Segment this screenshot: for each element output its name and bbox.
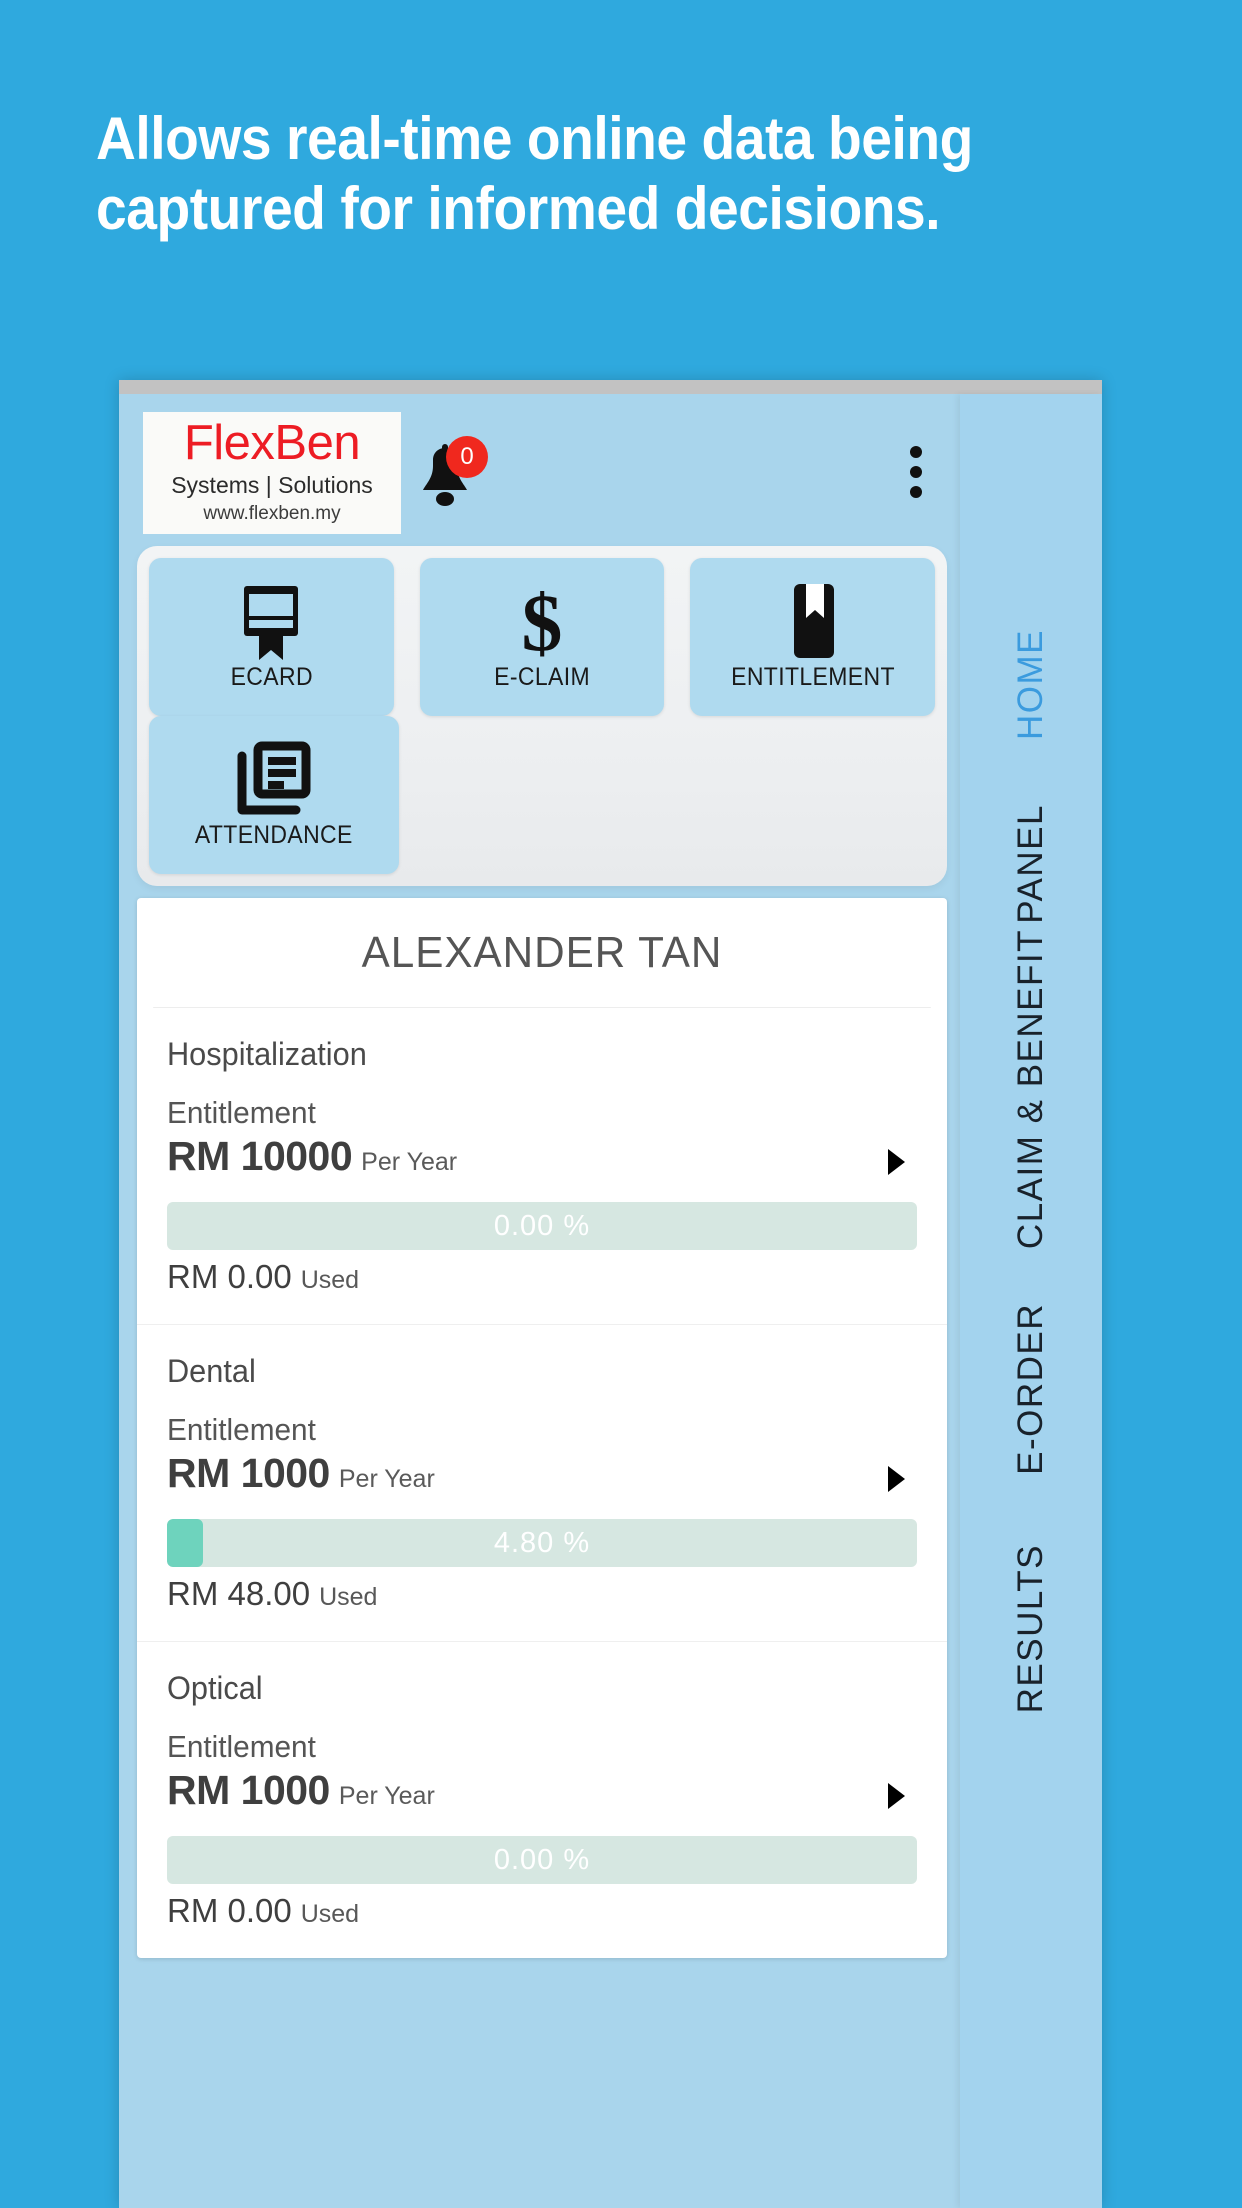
benefit-detail-arrow-icon[interactable] (888, 1149, 905, 1175)
benefit-used-label: Used (319, 1583, 378, 1611)
benefit-entitlement-label: Entitlement (167, 1095, 316, 1130)
benefit-progress-text: 4.80 % (493, 1526, 591, 1559)
tile-label-attendance: ATTENDANCE (195, 820, 353, 849)
benefit-amount-line: RM 10000 Per Year (167, 1133, 917, 1180)
logo-brand-text: FlexBen (183, 416, 361, 470)
tile-label-eclaim: E-CLAIM (494, 662, 590, 691)
benefit-row-optical[interactable]: Optical Entitlement RM 1000 Per Year 0.0… (137, 1642, 947, 1958)
benefit-used-line: RM 0.00 Used (167, 1258, 917, 1324)
benefit-period: Per Year (338, 1465, 435, 1493)
card-bookmark-icon (234, 583, 308, 661)
app-content: FlexBen Systems | Solutions www.flexben.… (119, 394, 960, 2208)
tile-label-entitlement: ENTITLEMENT (730, 662, 895, 691)
benefit-amount: RM 1000 (167, 1767, 330, 1813)
dollar-sign-icon: $ (510, 580, 574, 664)
kebab-dot-2 (910, 466, 922, 478)
benefit-progress-text: 0.00 % (493, 1209, 591, 1242)
benefit-progress-bar: 0.00 % (167, 1836, 917, 1884)
tab-e-order[interactable]: E-ORDER (960, 1274, 1102, 1504)
benefit-name: Dental (167, 1353, 256, 1389)
tile-label-ecard: ECARD (230, 662, 313, 691)
benefit-name: Optical (167, 1670, 263, 1706)
benefits-card: ALEXANDER TAN Hospitalization Entitlemen… (137, 898, 947, 1958)
tab-label-claim-benefit: CLAIM & BENEFIT (1011, 928, 1050, 1250)
logo-tagline-text: Systems | Solutions (171, 472, 373, 499)
benefit-used-amount: RM 0.00 (167, 1892, 292, 1929)
kebab-dot-3 (910, 486, 922, 498)
overflow-menu-button[interactable] (910, 446, 922, 498)
benefit-period: Per Year (338, 1782, 435, 1810)
benefit-row-dental[interactable]: Dental Entitlement RM 1000 Per Year 4.80… (137, 1325, 947, 1642)
benefit-amount-line: RM 1000 Per Year (167, 1767, 917, 1814)
notification-badge: 0 (446, 436, 488, 478)
benefit-entitlement-label: Entitlement (167, 1412, 316, 1447)
benefit-amount-line: RM 1000 Per Year (167, 1450, 917, 1497)
quick-actions-row-1: ECARD $ E-CLAIM ENTITLEMENT (137, 546, 947, 716)
book-bookmark-icon (782, 583, 844, 661)
notification-button[interactable]: 0 (414, 436, 488, 516)
employee-name: ALEXANDER TAN (153, 898, 931, 1008)
benefit-used-line: RM 48.00 Used (167, 1575, 917, 1641)
tab-results[interactable]: RESULTS (960, 1514, 1102, 1744)
benefit-amount: RM 1000 (167, 1450, 330, 1496)
tab-home[interactable]: HOME (960, 584, 1102, 784)
promo-headline-line-1: Allows real-time online data being (96, 105, 973, 172)
benefit-used-amount: RM 48.00 (167, 1575, 311, 1612)
benefit-used-line: RM 0.00 Used (167, 1892, 917, 1958)
logo-url-text: www.flexben.my (203, 503, 341, 525)
benefit-entitlement-label: Entitlement (167, 1729, 316, 1764)
tab-label-results: RESULTS (1011, 1544, 1050, 1714)
quick-actions-panel: ECARD $ E-CLAIM ENTITLEMENT ATTENDANCE (137, 546, 947, 886)
quick-actions-row-2: ATTENDANCE (137, 716, 947, 874)
benefit-detail-arrow-icon[interactable] (888, 1466, 905, 1492)
kebab-dot-1 (910, 446, 922, 458)
tile-ecard[interactable]: ECARD (149, 558, 394, 716)
tab-label-home: HOME (1011, 628, 1050, 740)
tile-attendance[interactable]: ATTENDANCE (149, 716, 399, 874)
svg-text:$: $ (522, 580, 563, 664)
phone-mockup: FlexBen Systems | Solutions www.flexben.… (119, 380, 1102, 2208)
tab-claim-benefit[interactable]: CLAIM & BENEFIT (960, 924, 1102, 1254)
benefit-progress-text: 0.00 % (493, 1843, 591, 1876)
benefit-row-hospitalization[interactable]: Hospitalization Entitlement RM 10000 Per… (137, 1008, 947, 1325)
document-list-icon (234, 741, 314, 819)
benefit-progress-bar: 4.80 % (167, 1519, 917, 1567)
benefit-period: Per Year (361, 1148, 458, 1176)
benefit-progress-bar: 0.00 % (167, 1202, 917, 1250)
status-bar (119, 380, 1102, 394)
benefit-detail-arrow-icon[interactable] (888, 1783, 905, 1809)
flexben-logo: FlexBen Systems | Solutions www.flexben.… (143, 412, 401, 534)
tab-label-e-order: E-ORDER (1011, 1303, 1050, 1475)
promo-headline-line-2: captured for informed decisions. (96, 174, 941, 242)
benefit-used-label: Used (300, 1266, 360, 1294)
benefit-amount: RM 10000 (167, 1133, 353, 1179)
benefit-name: Hospitalization (167, 1036, 367, 1072)
vertical-tab-rail: HOME PANEL CLAIM & BENEFIT E-ORDER RESUL… (960, 394, 1102, 2208)
promo-headline: Allows real-time online data being captu… (96, 104, 1080, 243)
tile-eclaim[interactable]: $ E-CLAIM (419, 558, 665, 716)
benefit-used-amount: RM 0.00 (167, 1258, 292, 1295)
tab-label-panel: PANEL (1011, 804, 1050, 924)
app-header: FlexBen Systems | Solutions www.flexben.… (119, 394, 960, 544)
benefit-used-label: Used (300, 1900, 360, 1928)
tile-entitlement[interactable]: ENTITLEMENT (690, 558, 936, 716)
